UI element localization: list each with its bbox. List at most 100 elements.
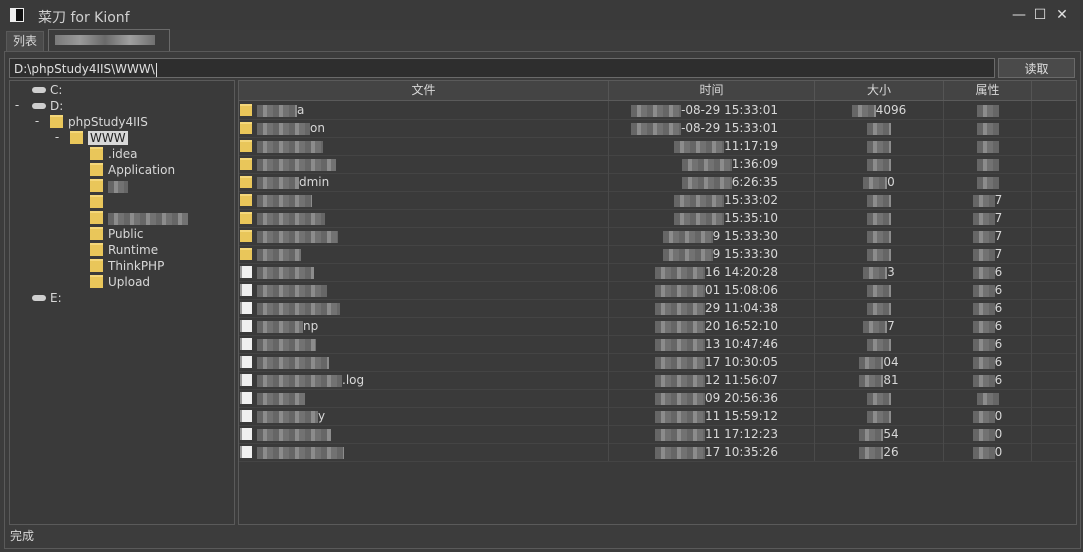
redacted-text xyxy=(972,374,995,387)
table-row[interactable]: 17 10:30:05 04 6 xyxy=(239,353,1076,372)
file-time-cell: 01 15:08:06 xyxy=(609,281,815,299)
table-row[interactable]: 16 14:20:28 3 6 xyxy=(239,263,1076,282)
collapse-toggle[interactable]: - xyxy=(52,130,62,144)
table-row[interactable]: 29 11:04:38 6 xyxy=(239,299,1076,318)
file-size-cell xyxy=(815,191,944,209)
tree-node-d-drive[interactable]: D: xyxy=(32,98,63,114)
tree-node-runtime[interactable]: Runtime xyxy=(90,242,158,258)
redacted-text xyxy=(257,140,323,153)
file-time-cell: 9 15:33:30 xyxy=(609,245,815,263)
table-row[interactable]: np 20 16:52:10 7 6 xyxy=(239,317,1076,336)
redacted-text xyxy=(972,338,995,351)
table-row[interactable]: 17 10:35:26 26 0 xyxy=(239,443,1076,462)
file-attr-cell: 7 xyxy=(944,227,1032,245)
redacted-text xyxy=(662,248,713,261)
close-button[interactable]: ✕ xyxy=(1053,6,1071,24)
table-row[interactable]: dmin 6:26:35 0 xyxy=(239,173,1076,192)
tab-connection[interactable] xyxy=(48,29,170,51)
tab-list[interactable]: 列表 xyxy=(6,31,45,51)
tree-node-upload[interactable]: Upload xyxy=(90,274,150,290)
table-row[interactable]: 1:36:09 xyxy=(239,155,1076,174)
table-row[interactable]: 9 15:33:30 7 xyxy=(239,227,1076,246)
table-row[interactable]: y 11 15:59:12 0 xyxy=(239,407,1076,426)
file-name-cell: y xyxy=(239,407,609,425)
path-input[interactable]: D:\phpStudy4IIS\WWW\ xyxy=(9,58,995,78)
file-time-cell: 15:35:10 xyxy=(609,209,815,227)
file-time-cell: 20 16:52:10 xyxy=(609,317,815,335)
file-time-cell: 11:17:19 xyxy=(609,137,815,155)
minimize-button[interactable]: — xyxy=(1010,6,1028,24)
redacted-text xyxy=(976,104,999,117)
tree-node-idea[interactable]: .idea xyxy=(90,146,138,162)
tree-node-phpstudy[interactable]: phpStudy4IIS xyxy=(50,114,148,130)
tree-node-thinkphp[interactable]: ThinkPHP xyxy=(90,258,164,274)
collapse-toggle[interactable]: - xyxy=(12,98,22,112)
tree-node-www[interactable]: WWW xyxy=(70,130,128,146)
table-row[interactable]: 15:35:10 7 xyxy=(239,209,1076,228)
redacted-text xyxy=(662,230,713,243)
folder-icon xyxy=(90,163,103,176)
redacted-text xyxy=(972,266,995,279)
file-name-cell xyxy=(239,263,609,281)
column-header-time[interactable]: 时间 xyxy=(609,81,815,100)
file-attr-cell xyxy=(944,173,1032,191)
redacted-text xyxy=(972,284,995,297)
file-name-cell xyxy=(239,155,609,173)
file-size-cell: 04 xyxy=(815,353,944,371)
tree-node-c-drive[interactable]: C: xyxy=(32,82,62,98)
file-attr-cell: 7 xyxy=(944,209,1032,227)
table-row[interactable]: 13 10:47:46 6 xyxy=(239,335,1076,354)
redacted-text xyxy=(655,374,706,387)
tree-node-application[interactable]: Application xyxy=(90,162,175,178)
file-time-cell: 16 14:20:28 xyxy=(609,263,815,281)
file-size-cell xyxy=(815,299,944,317)
table-row[interactable]: a -08-29 15:33:01 4096 xyxy=(239,101,1076,120)
redacted-text xyxy=(972,446,995,459)
collapse-toggle[interactable]: - xyxy=(32,114,42,128)
redacted-text xyxy=(972,410,995,423)
column-header-attr[interactable]: 属性 xyxy=(944,81,1032,100)
file-size-cell: 26 xyxy=(815,443,944,461)
redacted-text xyxy=(972,230,995,243)
redacted-text xyxy=(867,410,891,423)
redacted-text xyxy=(972,302,995,315)
drive-icon xyxy=(32,86,46,93)
file-time-cell: 9 15:33:30 xyxy=(609,227,815,245)
redacted-text xyxy=(863,320,888,333)
file-name-cell xyxy=(239,209,609,227)
read-button[interactable]: 读取 xyxy=(998,58,1075,78)
table-row[interactable]: 11:17:19 xyxy=(239,137,1076,156)
redacted-text xyxy=(976,176,999,189)
table-row[interactable]: 15:33:02 7 xyxy=(239,191,1076,210)
table-row[interactable]: .log 12 11:56:07 81 6 xyxy=(239,371,1076,390)
file-name-cell xyxy=(239,389,609,407)
table-row[interactable]: 9 15:33:30 7 xyxy=(239,245,1076,264)
file-name-cell xyxy=(239,191,609,209)
tree-node-public[interactable]: Public xyxy=(90,226,144,242)
column-header-size[interactable]: 大小 xyxy=(815,81,944,100)
file-time-cell: -08-29 15:33:01 xyxy=(609,119,815,137)
file-attr-cell: 6 xyxy=(944,335,1032,353)
tree-node-redacted[interactable] xyxy=(90,194,108,210)
tree-node-redacted[interactable] xyxy=(90,210,188,226)
table-row[interactable]: 01 15:08:06 6 xyxy=(239,281,1076,300)
tab-label-redacted xyxy=(55,34,155,45)
drive-icon xyxy=(32,102,46,109)
column-header-name[interactable]: 文件 xyxy=(239,81,609,100)
redacted-text xyxy=(863,266,888,279)
file-name-cell: a xyxy=(239,101,609,119)
path-value: D:\phpStudy4IIS\WWW\ xyxy=(14,62,155,76)
file-time-cell: -08-29 15:33:01 xyxy=(609,101,815,119)
table-row[interactable]: 11 17:12:23 54 0 xyxy=(239,425,1076,444)
redacted-text xyxy=(972,212,995,225)
file-attr-cell: 7 xyxy=(944,191,1032,209)
tree-node-redacted[interactable] xyxy=(90,178,128,194)
redacted-text xyxy=(972,356,995,369)
file-name-cell xyxy=(239,443,609,461)
file-table: 文件 时间 大小 属性 a -08-29 15:33:01 4096 on -08-29… xyxy=(238,80,1077,525)
table-row[interactable]: 09 20:56:36 xyxy=(239,389,1076,408)
table-row[interactable]: on -08-29 15:33:01 xyxy=(239,119,1076,138)
tree-node-e-drive[interactable]: E: xyxy=(32,290,62,306)
maximize-button[interactable]: ☐ xyxy=(1031,6,1049,24)
redacted-text xyxy=(631,104,682,117)
